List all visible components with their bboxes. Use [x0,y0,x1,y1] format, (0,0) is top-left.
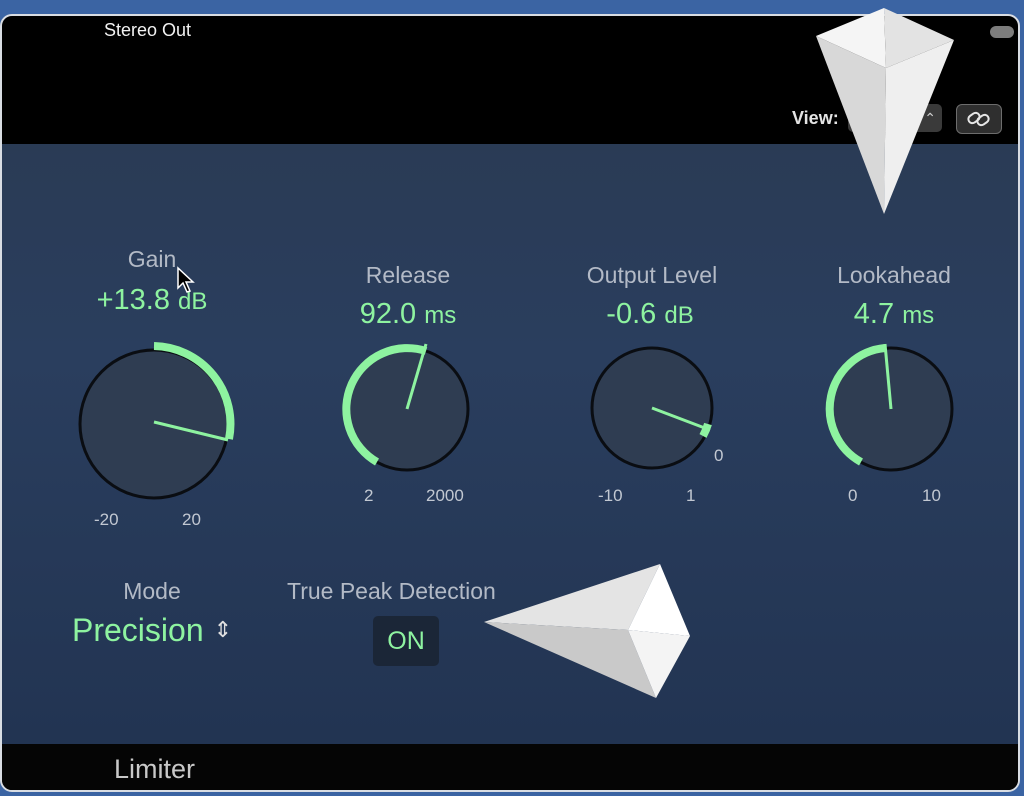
output-level-value-unit: dB [664,302,694,329]
release-min-tick: 2 [364,486,374,505]
output-level-zero-tick: 0 [714,446,724,465]
lookahead-value-number: 4.7 [853,298,895,330]
cursor-icon [177,266,195,293]
footer-bar: Limiter [2,744,1018,790]
white-triangle-pointer-icon [484,564,690,698]
window-control-pill[interactable] [990,26,1014,38]
gain-knob[interactable] [66,336,242,512]
link-button[interactable] [956,104,1002,134]
gain-label: Gain [127,246,177,272]
plugin-name: Limiter [114,754,196,784]
link-icon [967,111,990,127]
output-level-max-tick: 1 [686,486,696,505]
mode-label: Mode [123,578,181,604]
chevron-updown-icon: ⇕ [213,617,233,642]
output-level-label: Output Level [586,262,718,288]
gain-min-tick: -20 [94,510,119,529]
gain-max-tick: 20 [182,510,201,529]
output-level-value[interactable]: -0.6 dB [540,298,760,331]
release-value-number: 92.0 [359,298,417,330]
gain-value[interactable]: +13.8 dB [42,284,262,317]
lookahead-value[interactable]: 4.7 ms [784,298,1004,331]
lookahead-min-tick: 0 [848,486,858,505]
mode-select[interactable]: Precision ⇕ [72,612,232,649]
lookahead-label: Lookahead [837,262,951,288]
lookahead-value-unit: ms [902,302,935,329]
release-label: Release [365,262,451,288]
output-level-min-tick: -10 [598,486,623,505]
white-triangle-pointer-icon [816,8,954,214]
output-level-value-number: -0.6 [606,298,657,330]
output-level-knob[interactable] [584,346,720,482]
release-value-unit: ms [424,302,457,329]
release-value[interactable]: 92.0 ms [298,298,518,331]
lookahead-max-tick: 10 [922,486,941,505]
window-title: Stereo Out [104,20,192,40]
release-max-tick: 2000 [426,486,464,505]
release-knob[interactable] [334,336,480,482]
mode-value: Precision [72,612,204,648]
gain-value-number: +13.8 [96,284,170,316]
true-peak-detection-label: True Peak Detection [287,578,496,604]
true-peak-toggle-button[interactable]: ON [373,616,439,666]
lookahead-knob[interactable] [818,336,964,482]
